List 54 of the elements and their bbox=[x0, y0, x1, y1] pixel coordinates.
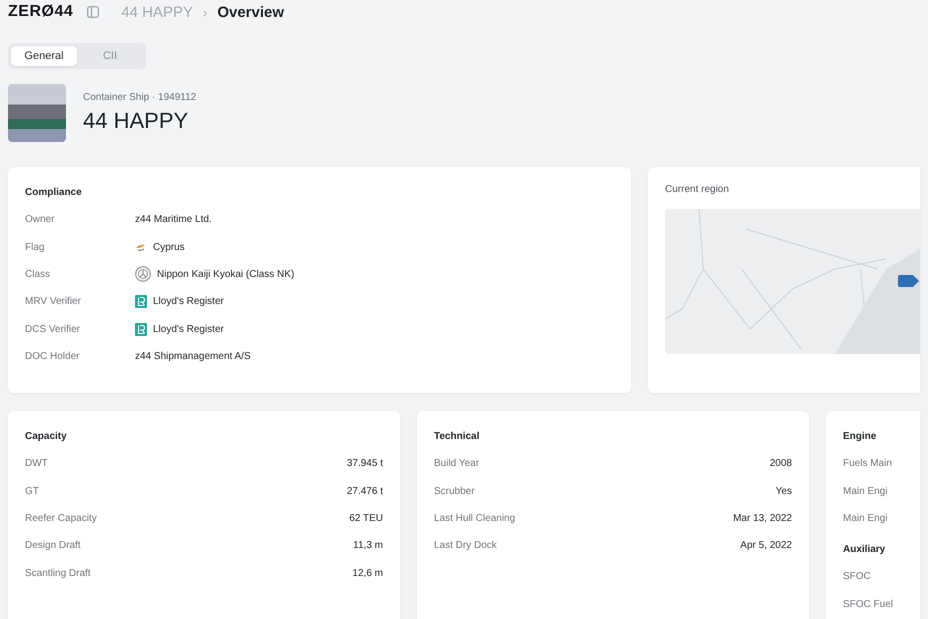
section-title: Auxiliary bbox=[843, 544, 886, 556]
field-label: Scantling Draft bbox=[25, 568, 91, 579]
field-label: SFOC bbox=[843, 571, 871, 582]
field-label: GT bbox=[25, 486, 39, 497]
field-label: Fuels Main bbox=[843, 458, 892, 470]
emblem-icon bbox=[135, 266, 151, 282]
field-value: 27.476 t bbox=[346, 486, 383, 497]
field-value: 62 TEU bbox=[349, 512, 383, 524]
field-value: 37.945 t bbox=[346, 458, 383, 470]
field-value: Lloyd's Register bbox=[153, 324, 224, 335]
field-value: 12,6 m bbox=[352, 568, 383, 579]
field-label: Reefer Capacity bbox=[25, 512, 97, 524]
section-title: Technical bbox=[434, 431, 480, 442]
logo[interactable]: ZERØ44 bbox=[8, 3, 74, 21]
field-value: Lloyd's Register bbox=[153, 296, 224, 308]
field-label: Main Engi bbox=[843, 486, 888, 497]
field-value: z44 Maritime Ltd. bbox=[135, 214, 212, 226]
field-label: Owner bbox=[25, 214, 56, 226]
field-value: 11,3 m bbox=[353, 540, 383, 552]
field-value: Nippon Kaiji Kyokai (Class NK) bbox=[157, 268, 294, 280]
field-label: DOC Holder bbox=[25, 351, 80, 362]
field-label: Class bbox=[25, 268, 52, 280]
field-label: Design Draft bbox=[25, 540, 81, 552]
field-label: DCS Verifier bbox=[25, 324, 82, 335]
field-value: z44 Shipmanagement A/S bbox=[135, 351, 251, 362]
field-label: Last Hull Cleaning bbox=[434, 512, 516, 524]
tab[interactable]: General bbox=[11, 46, 77, 66]
field-value: Yes bbox=[776, 486, 792, 497]
location-marker-icon bbox=[898, 275, 920, 287]
field-label: MRV Verifier bbox=[25, 296, 82, 308]
field-label: DWT bbox=[25, 458, 48, 470]
page-title: Overview bbox=[217, 4, 284, 20]
vessel-subtitle: Container Ship · 1949112 bbox=[83, 92, 196, 103]
flag-icon bbox=[135, 242, 147, 252]
field-label: Flag bbox=[25, 242, 46, 253]
field-value: Cyprus bbox=[153, 242, 185, 253]
section-title: Engine bbox=[843, 431, 878, 442]
field-value: Mar 13, 2022 bbox=[733, 512, 792, 524]
lr-logo-icon bbox=[135, 322, 147, 336]
field-label: Main Engi bbox=[843, 512, 888, 524]
photo-placeholder bbox=[8, 84, 66, 142]
field-label: Scrubber bbox=[434, 486, 475, 497]
field-label: Build Year bbox=[434, 458, 480, 470]
sidebar-toggle-icon[interactable] bbox=[87, 6, 100, 18]
section-title: Compliance bbox=[25, 187, 83, 198]
section-title: Capacity bbox=[25, 431, 68, 442]
field-value: Apr 5, 2022 bbox=[740, 540, 792, 552]
breadcrumb-separator: › bbox=[202, 4, 208, 20]
field-value: 2008 bbox=[770, 458, 792, 470]
field-label: Last Dry Dock bbox=[434, 540, 497, 552]
vessel-name: 44 HAPPY bbox=[83, 108, 190, 134]
section-title: Current region bbox=[665, 184, 730, 195]
lr-logo-icon bbox=[135, 295, 147, 308]
field-label: SFOC Fuel bbox=[843, 598, 894, 610]
